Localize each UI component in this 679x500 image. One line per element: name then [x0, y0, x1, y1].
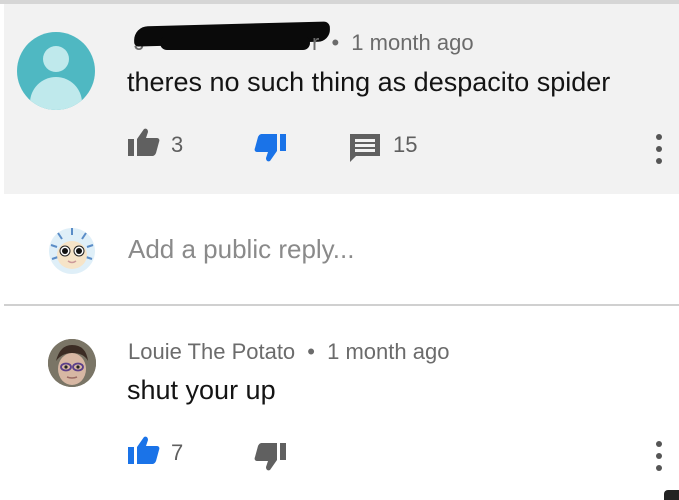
reply-like-icon[interactable]: [128, 436, 160, 464]
default-avatar-head: [43, 46, 69, 72]
current-user-avatar: [49, 228, 95, 274]
divider: [4, 304, 679, 306]
public-reply-input[interactable]: Add a public reply...: [128, 234, 354, 265]
comment-more-icon[interactable]: [655, 134, 663, 164]
commenter-avatar[interactable]: [17, 32, 95, 110]
reply-meta: Louie The Potato • 1 month ago: [128, 339, 449, 365]
comment-meta: r • 1 month ago: [312, 30, 474, 56]
like-count: 3: [171, 132, 184, 157]
dislike-icon[interactable]: [254, 134, 286, 162]
reply-more-icon[interactable]: [655, 441, 663, 471]
comment-author-tail[interactable]: r: [312, 30, 319, 55]
reply-text: shut your up: [127, 375, 276, 405]
like-icon[interactable]: [128, 128, 160, 156]
comment-text: theres no such thing as despacito spider: [127, 67, 611, 97]
reply-dislike-icon[interactable]: [254, 443, 286, 471]
reply-author-name[interactable]: Louie The Potato: [128, 339, 295, 364]
corner-edge: [664, 490, 679, 500]
reply-time: 1 month ago: [327, 339, 450, 364]
reply-count[interactable]: 15: [393, 132, 417, 158]
meta-separator: •: [331, 30, 340, 55]
redaction-scribble-lower: [160, 36, 310, 50]
default-avatar-body: [30, 77, 82, 110]
meta-separator: •: [307, 339, 315, 364]
reply-comment-icon[interactable]: [350, 134, 380, 162]
reply-author-avatar[interactable]: [48, 339, 96, 387]
comment-time: 1 month ago: [351, 30, 474, 55]
reply-like-count: 7: [171, 440, 184, 465]
